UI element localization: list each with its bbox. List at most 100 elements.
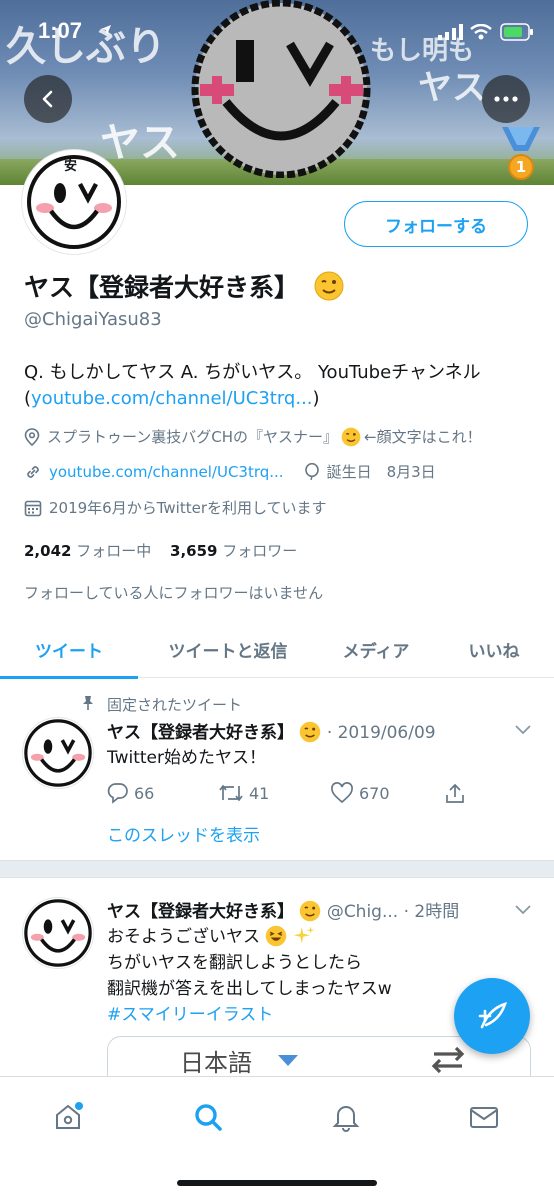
reply-count: 66 bbox=[134, 783, 155, 803]
battery-icon bbox=[500, 23, 533, 41]
profile-avatar[interactable]: 安 bbox=[22, 150, 126, 254]
tweet-date: · 2019/06/09 bbox=[326, 723, 436, 743]
profile-name-text: ヤス【登録者大好き系】 bbox=[24, 273, 300, 302]
sparkles-emoji-icon bbox=[293, 926, 315, 944]
nav-home[interactable] bbox=[48, 1097, 88, 1137]
calendar-icon bbox=[24, 500, 42, 516]
location-text: スプラトゥーン裏技バグCHの『ヤスナー』 bbox=[47, 428, 339, 446]
card-language-label: 日本語 bbox=[180, 1049, 252, 1077]
nav-search[interactable] bbox=[188, 1097, 228, 1137]
status-time: 1:07 bbox=[38, 18, 83, 43]
location-pin-icon bbox=[24, 427, 40, 446]
search-icon bbox=[195, 1104, 222, 1131]
nav-messages[interactable] bbox=[464, 1097, 504, 1137]
tab-tweets-and-replies[interactable]: ツイートと返信 bbox=[138, 620, 318, 678]
tweet-avatar[interactable] bbox=[22, 897, 94, 969]
back-arrow-icon bbox=[42, 90, 53, 108]
retweet-button[interactable]: 41 bbox=[218, 782, 269, 804]
profile-tabs: ツイート ツイートと返信 メディア いいね bbox=[0, 620, 554, 679]
wink-emoji-icon bbox=[300, 900, 321, 922]
following-link[interactable]: 2,042 フォロー中 bbox=[24, 542, 151, 560]
bio-text: Q. もしかしてヤス A. ちがいヤス。 YouTubeチャンネル bbox=[24, 362, 481, 383]
website-link[interactable]: youtube.com/channel/UC3trq... bbox=[49, 463, 284, 481]
location-suffix: ←顔文字はこれ！ bbox=[364, 428, 482, 446]
joined-row: 2019年6月からTwitterを利用しています bbox=[24, 497, 327, 518]
retweet-icon bbox=[219, 784, 243, 802]
pin-icon bbox=[83, 696, 93, 710]
hashtag-link[interactable]: #スマイリーイラスト bbox=[107, 1002, 392, 1028]
following-count: 2,042 bbox=[24, 542, 72, 560]
mutual-followers-note: フォローしている人にフォロワーはいません bbox=[24, 584, 324, 602]
tweet-line: おそようございヤス bbox=[107, 924, 392, 950]
wifi-icon bbox=[470, 24, 492, 40]
bio-link-row: (youtube.com/channel/UC3trq...) bbox=[24, 388, 320, 409]
tweet-author-name[interactable]: ヤス【登録者大好き系】 bbox=[107, 723, 294, 743]
smiley-avatar-art bbox=[24, 719, 92, 787]
website-birthday-row: youtube.com/channel/UC3trq... 誕生日 8月3日 bbox=[24, 461, 436, 482]
profile-handle: @ChigaiYasu83 bbox=[24, 309, 162, 330]
back-button[interactable] bbox=[24, 75, 72, 123]
followers-label: フォロワー bbox=[222, 542, 298, 560]
dropdown-triangle-icon bbox=[278, 1055, 298, 1066]
wink-emoji-icon bbox=[314, 271, 344, 301]
bio-link[interactable]: youtube.com/channel/UC3trq... bbox=[31, 388, 313, 409]
reply-button[interactable]: 66 bbox=[107, 782, 154, 804]
like-count: 670 bbox=[359, 783, 390, 803]
tweet-header: ヤス【登録者大好き系】 · 2019/06/09 bbox=[107, 718, 436, 743]
signal-icon bbox=[438, 24, 463, 40]
followers-count: 3,659 bbox=[170, 542, 218, 560]
tweet-author-name[interactable]: ヤス【登録者大好き系】 bbox=[107, 902, 294, 922]
pinned-tweet[interactable]: 固定されたツイート ヤス【登録者大好き系】 · 2019/06/09 Twitt… bbox=[0, 679, 554, 860]
location-arrow-icon bbox=[101, 25, 111, 35]
reply-icon bbox=[107, 783, 128, 804]
share-icon[interactable] bbox=[444, 783, 466, 805]
birthday-text: 誕生日 8月3日 bbox=[326, 463, 436, 481]
bio-link-open: ( bbox=[24, 388, 32, 409]
tweet-line-text: おそようございヤス bbox=[107, 927, 260, 947]
location-row: スプラトゥーン裏技バグCHの『ヤスナー』 ←顔文字はこれ！ bbox=[24, 426, 482, 447]
laughing-emoji-icon bbox=[266, 925, 287, 947]
smiley-avatar-art bbox=[24, 899, 92, 967]
tweet-time: · 2時間 bbox=[403, 902, 460, 922]
medal-number: 1 bbox=[515, 158, 527, 176]
home-icon bbox=[56, 1102, 83, 1129]
swap-arrows-icon bbox=[431, 1046, 465, 1074]
show-thread-link[interactable]: このスレッドを表示 bbox=[107, 821, 260, 846]
tweet-line: ちがいヤスを翻訳しようとしたら bbox=[107, 953, 362, 973]
tweet-avatar[interactable] bbox=[22, 717, 94, 789]
tab-likes[interactable]: いいね bbox=[434, 620, 554, 678]
compose-icon bbox=[478, 1002, 508, 1029]
link-icon bbox=[27, 465, 39, 478]
like-button[interactable]: 670 bbox=[330, 782, 390, 804]
tweet-author-handle: @Chig... bbox=[326, 902, 399, 922]
bio-link-close: ) bbox=[312, 388, 320, 409]
like-icon bbox=[331, 782, 353, 804]
more-options-button[interactable] bbox=[482, 75, 530, 123]
pinned-label: 固定されたツイート bbox=[107, 696, 243, 714]
following-label: フォロー中 bbox=[76, 542, 152, 560]
chevron-down-icon[interactable] bbox=[514, 724, 532, 736]
wink-emoji-icon bbox=[300, 721, 321, 743]
status-bar: 1:07 bbox=[0, 0, 554, 60]
balloon-icon bbox=[304, 462, 319, 480]
bell-icon bbox=[332, 1106, 360, 1132]
follow-button[interactable]: フォローする bbox=[344, 201, 528, 247]
chevron-down-icon[interactable] bbox=[514, 904, 532, 916]
tweet-header: ヤス【登録者大好き系】 @Chig... · 2時間 bbox=[107, 897, 459, 922]
more-icon bbox=[494, 96, 518, 102]
tab-tweets[interactable]: ツイート bbox=[0, 620, 138, 679]
mail-icon bbox=[470, 1107, 498, 1128]
profile-name: ヤス【登録者大好き系】 bbox=[24, 268, 344, 304]
home-indicator bbox=[177, 1180, 377, 1186]
followers-link[interactable]: 3,659 フォロワー bbox=[170, 542, 297, 560]
follow-counts: 2,042 フォロー中 3,659 フォロワー bbox=[24, 540, 297, 561]
joined-text: 2019年6月からTwitterを利用しています bbox=[49, 499, 327, 517]
nav-notifications[interactable] bbox=[326, 1097, 366, 1137]
compose-tweet-button[interactable] bbox=[454, 978, 530, 1054]
tweet-text: Twitter始めたヤス！ bbox=[107, 748, 266, 768]
tab-media[interactable]: メディア bbox=[318, 620, 434, 678]
avatar-badge-text: 安 bbox=[64, 159, 78, 174]
banner-text-right2: ヤス bbox=[418, 68, 486, 108]
achievement-medal[interactable]: 1 bbox=[498, 125, 544, 181]
tweet-body: おそようございヤス ちがいヤスを翻訳しようとしたら 翻訳機が答えを出してしまった… bbox=[107, 924, 392, 1028]
